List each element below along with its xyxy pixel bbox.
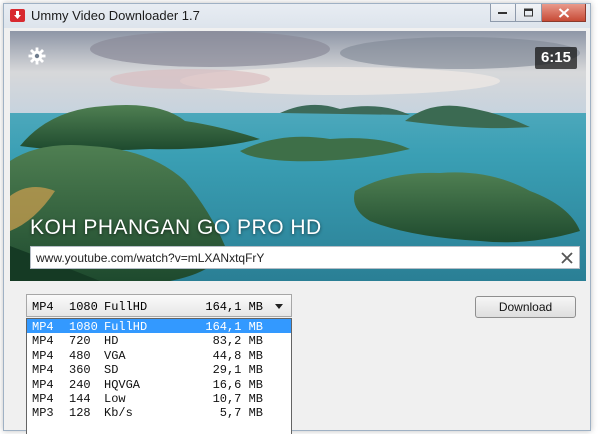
chevron-down-icon (275, 304, 283, 309)
app-window: Ummy Video Downloader 1.7 6:15 KOH PHANG… (3, 3, 591, 434)
close-icon[interactable] (560, 251, 574, 265)
title-bar[interactable]: Ummy Video Downloader 1.7 (4, 4, 590, 28)
close-button[interactable] (542, 4, 586, 22)
download-button[interactable]: Download (475, 296, 576, 318)
minimize-button[interactable] (490, 4, 516, 22)
format-selected-value: MP4 1080 FullHD 164,1 MB (32, 300, 263, 314)
format-option[interactable]: MP4 1080 FullHD 164,1 MB (27, 319, 291, 334)
minimize-icon (498, 11, 507, 14)
format-select[interactable]: MP4 1080 FullHD 164,1 MB (26, 294, 292, 317)
gear-icon[interactable] (28, 47, 46, 65)
download-arrow-icon (10, 9, 25, 22)
video-duration: 6:15 (534, 47, 577, 69)
window-title: Ummy Video Downloader 1.7 (31, 8, 200, 23)
format-dropdown-list: MP4 1080 FullHD 164,1 MB MP4 720 HD 83,2… (26, 318, 292, 434)
format-option[interactable]: MP4 360 SD 29,1 MB (27, 362, 291, 377)
format-option[interactable]: MP4 240 HQVGA 16,6 MB (27, 377, 291, 392)
format-option[interactable]: MP4 480 VGA 44,8 MB (27, 348, 291, 363)
video-title: KOH PHANGAN GO PRO HD (30, 216, 322, 239)
url-value: www.youtube.com/watch?v=mLXANxtqFrY (36, 251, 265, 265)
format-option[interactable]: MP4 720 HD 83,2 MB (27, 333, 291, 348)
window-controls (490, 4, 586, 23)
close-icon (558, 7, 569, 18)
format-option[interactable]: MP4 144 Low 10,7 MB (27, 391, 291, 406)
maximize-icon (523, 8, 533, 16)
maximize-button[interactable] (516, 4, 542, 22)
video-preview: 6:15 KOH PHANGAN GO PRO HD www.youtube.c… (10, 31, 586, 281)
video-thumbnail (10, 31, 586, 281)
format-option[interactable]: MP3 128 Kb/s 5,7 MB (27, 405, 291, 420)
url-input[interactable]: www.youtube.com/watch?v=mLXANxtqFrY (30, 246, 580, 269)
